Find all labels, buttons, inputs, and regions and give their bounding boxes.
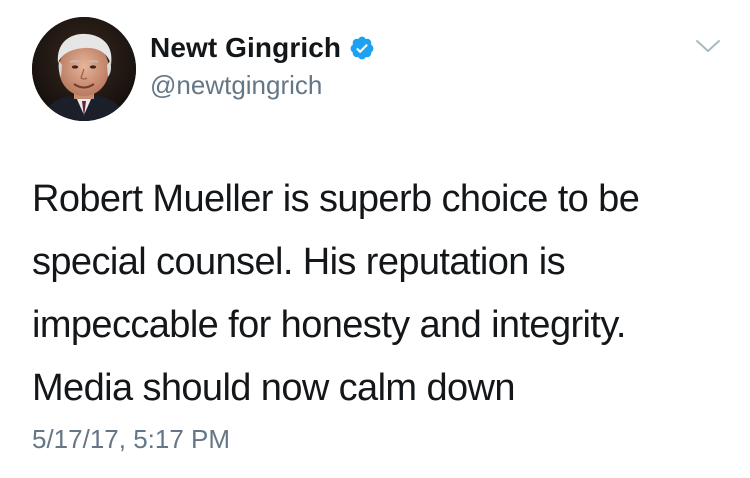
chevron-down-icon[interactable] [694, 36, 722, 56]
avatar[interactable] [32, 17, 136, 121]
tweet-timestamp[interactable]: 5/17/17, 5:17 PM [32, 424, 230, 455]
user-info[interactable]: Newt Gingrich @newtgingrich [150, 30, 375, 101]
display-name[interactable]: Newt Gingrich [150, 32, 341, 64]
user-handle[interactable]: @newtgingrich [150, 70, 375, 101]
tweet-text: Robert Mueller is superb choice to be sp… [32, 168, 732, 420]
tweet-text-line: Robert Mueller is superb choice to be [32, 178, 640, 220]
tweet-text-line: special counsel. His reputation is [32, 241, 566, 283]
tweet-text-line: Media should now calm down [32, 367, 515, 409]
avatar-photo-icon [32, 17, 136, 121]
verified-badge-icon [349, 35, 375, 61]
name-row: Newt Gingrich [150, 30, 375, 66]
tweet-text-line: impeccable for honesty and integrity. [32, 304, 626, 346]
tweet-card: Newt Gingrich @newtgingrich Robert Muell… [0, 0, 750, 478]
